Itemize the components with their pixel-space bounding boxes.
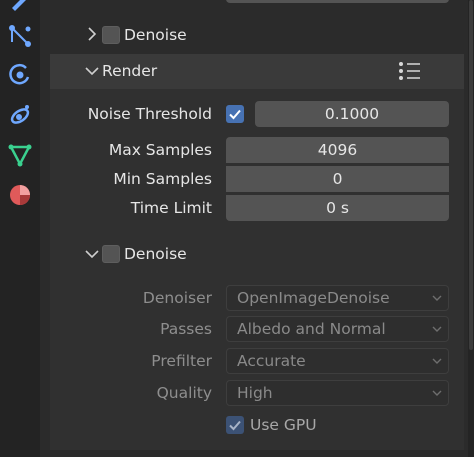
physics-icon[interactable] [6,61,34,89]
time-limit-label: Time Limit [130,199,212,217]
denoiser-dropdown[interactable]: OpenImageDenoise [226,285,449,311]
chevron-down-icon [432,390,442,396]
chevron-down-icon [432,295,442,301]
max-samples-label: Max Samples [108,141,212,159]
denoise-viewport-checkbox[interactable] [102,26,120,44]
prefilter-value: Accurate [237,352,306,370]
checkmark-icon [229,420,241,431]
tool-icon[interactable] [6,0,34,14]
scrollbar[interactable] [468,0,474,457]
time-limit-field[interactable]: 0 s [226,195,449,221]
properties-tab-strip [0,0,40,457]
prefilter-dropdown[interactable]: Accurate [226,348,449,374]
use-gpu-label[interactable]: Use GPU [250,412,317,438]
chevron-down-icon [432,326,442,332]
constraints-icon[interactable] [6,101,34,129]
list-menu-icon[interactable] [398,61,422,81]
quality-value: High [237,384,273,402]
use-gpu-checkbox[interactable] [226,416,244,434]
denoiser-value: OpenImageDenoise [237,289,390,307]
noise-threshold-label: Noise Threshold [87,105,212,123]
quality-label: Quality [156,384,212,402]
material-icon[interactable] [6,181,34,209]
max-samples-field[interactable]: 4096 [226,137,449,163]
denoiser-label: Denoiser [142,289,212,307]
noise-threshold-checkbox[interactable] [226,105,244,123]
min-samples-field[interactable]: 0 [226,166,449,192]
render-panel-title[interactable]: Render [102,58,157,84]
chevron-down-icon [432,358,442,364]
particles-icon[interactable] [6,22,34,50]
denoise-panel-title[interactable]: Denoise [124,241,187,267]
prefilter-label: Prefilter [151,352,212,370]
passes-label: Passes [160,320,212,338]
scrollbar-thumb[interactable] [469,0,473,350]
passes-dropdown[interactable]: Albedo and Normal [226,316,449,342]
checkmark-icon [229,109,241,120]
previous-field[interactable] [226,0,449,3]
chevron-down-icon[interactable] [84,63,100,79]
noise-threshold-field[interactable]: 0.1000 [255,101,449,127]
quality-dropdown[interactable]: High [226,380,449,406]
chevron-down-icon[interactable] [84,246,100,262]
denoise-viewport-label[interactable]: Denoise [124,22,187,48]
chevron-right-icon[interactable] [84,26,100,42]
object-data-icon[interactable] [6,141,34,169]
passes-value: Albedo and Normal [237,320,386,338]
min-samples-label: Min Samples [113,170,212,188]
denoise-render-checkbox[interactable] [102,245,120,263]
